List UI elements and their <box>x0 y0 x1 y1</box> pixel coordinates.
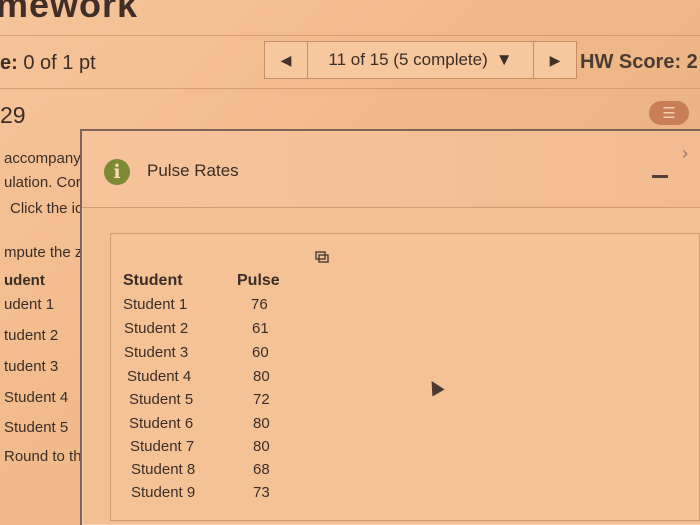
table-row: Student 4 <box>127 368 192 385</box>
table-row: 76 <box>251 296 268 313</box>
table-row: Student 3 <box>124 344 189 361</box>
table-row: Student 1 <box>123 296 188 313</box>
score-value: 0 of 1 pt <box>23 52 96 74</box>
header-divider <box>0 35 700 36</box>
table-row: 72 <box>253 391 270 408</box>
student-column-header: Student <box>123 272 183 289</box>
page-title: mework <box>0 0 139 25</box>
dialog-header: i Pulse Rates › <box>82 131 700 208</box>
table-row: 60 <box>252 344 269 361</box>
table-row: 80 <box>253 438 270 455</box>
left-fragment: udent 1 <box>4 296 55 313</box>
left-fragment: mpute the z- <box>4 244 88 261</box>
left-fragment[interactable]: Click the ic <box>10 200 83 219</box>
left-fragment: udent <box>4 272 45 289</box>
table-row: 61 <box>252 320 269 337</box>
close-icon[interactable]: › <box>682 144 700 162</box>
table-row: Student 7 <box>130 438 195 455</box>
previous-question-button[interactable]: ◀ <box>264 41 308 79</box>
table-row: 68 <box>253 461 270 478</box>
table-row: Student 9 <box>131 484 196 501</box>
left-fragment: tudent 3 <box>4 358 59 375</box>
question-score: e: 0 of 1 pt <box>0 52 96 75</box>
caret-down-icon: ▼ <box>495 50 513 69</box>
left-fragment: accompany <box>4 150 81 167</box>
table-row: 73 <box>253 484 270 501</box>
list-menu-icon[interactable]: ☰ <box>649 101 689 125</box>
table-row: Student 2 <box>124 320 189 337</box>
dialog-title: Pulse Rates <box>147 161 239 180</box>
table-row: Student 8 <box>131 461 196 478</box>
info-icon: i <box>104 159 130 185</box>
question-position-text: 11 of 15 (5 complete) <box>328 50 488 69</box>
next-question-button[interactable]: ▶ <box>533 41 577 79</box>
left-fragment: ulation. Cor <box>4 174 81 191</box>
toolbar-divider <box>0 88 700 89</box>
left-fragment: Student 5 <box>4 419 69 436</box>
left-fragment: tudent 2 <box>4 327 59 344</box>
table-row: Student 6 <box>129 415 194 432</box>
copy-icon[interactable] <box>315 251 329 263</box>
question-position-dropdown[interactable]: 11 of 15 (5 complete) ▼ <box>308 41 533 79</box>
pulse-rates-dialog: i Pulse Rates › Student Student 1 Studen… <box>80 129 700 525</box>
table-row: 80 <box>253 368 270 385</box>
question-navigation: ◀ 11 of 15 (5 complete) ▼ ▶ <box>264 41 577 79</box>
pulse-column-header: Pulse <box>237 272 280 289</box>
prev-arrow-icon: ◀ <box>280 51 292 68</box>
left-fragment: Student 4 <box>4 389 69 406</box>
next-arrow-icon: ▶ <box>549 51 561 68</box>
table-row: Student 5 <box>129 391 194 408</box>
score-prefix: e: <box>0 52 18 74</box>
pulse-rates-table: Student Student 1 Student 2 Student 3 St… <box>110 233 700 521</box>
homework-score: HW Score: 2 <box>580 51 698 73</box>
minimize-icon[interactable] <box>652 175 668 178</box>
question-number: 29 <box>0 102 26 128</box>
table-row: 80 <box>253 415 270 432</box>
